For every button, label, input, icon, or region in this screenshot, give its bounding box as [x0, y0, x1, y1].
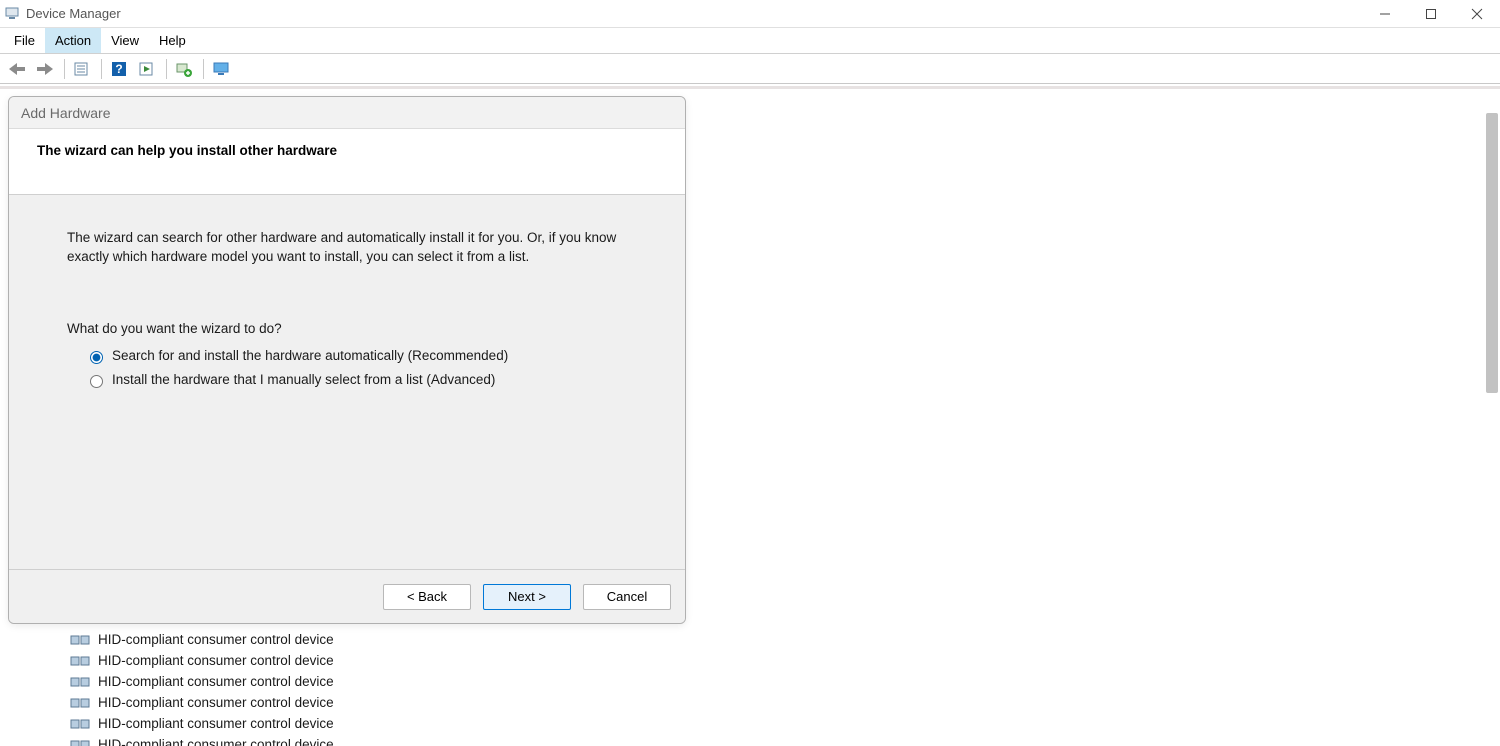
back-button[interactable]: < Back: [383, 584, 471, 610]
dialog-question: What do you want the wizard to do?: [67, 321, 635, 336]
hid-device-icon: [70, 633, 90, 647]
tree-item[interactable]: HID-compliant consumer control device: [70, 692, 1482, 713]
vertical-scrollbar[interactable]: [1486, 113, 1498, 393]
scan-icon[interactable]: [134, 57, 160, 81]
titlebar: Device Manager: [0, 0, 1500, 28]
toolbar-separator: [203, 59, 204, 79]
window-controls: [1362, 0, 1500, 28]
window-title: Device Manager: [26, 6, 121, 21]
svg-text:?: ?: [115, 62, 122, 76]
next-button[interactable]: Next >: [483, 584, 571, 610]
option-auto-search-radio[interactable]: [90, 351, 103, 364]
hid-device-icon: [70, 696, 90, 710]
option-auto-search-label: Search for and install the hardware auto…: [112, 348, 508, 363]
dialog-title: Add Hardware: [21, 105, 111, 121]
app-icon: [4, 6, 20, 22]
dialog-footer: < Back Next > Cancel: [9, 569, 685, 623]
dialog-heading: The wizard can help you install other ha…: [37, 143, 663, 158]
tree-item[interactable]: HID-compliant consumer control device: [70, 671, 1482, 692]
minimize-button[interactable]: [1362, 0, 1408, 28]
add-hardware-dialog: Add Hardware The wizard can help you ins…: [8, 96, 686, 624]
tree-item-label: HID-compliant consumer control device: [98, 695, 334, 710]
dialog-titlebar[interactable]: Add Hardware: [9, 97, 685, 129]
forward-arrow-icon[interactable]: [32, 57, 58, 81]
menu-file[interactable]: File: [4, 28, 45, 53]
tree-item-label: HID-compliant consumer control device: [98, 632, 334, 647]
close-button[interactable]: [1454, 0, 1500, 28]
cancel-button[interactable]: Cancel: [583, 584, 671, 610]
menu-view[interactable]: View: [101, 28, 149, 53]
wizard-option-group: Search for and install the hardware auto…: [67, 348, 635, 388]
hid-device-icon: [70, 654, 90, 668]
hid-device-icon: [70, 675, 90, 689]
option-auto-search[interactable]: Search for and install the hardware auto…: [85, 348, 635, 364]
tree-item[interactable]: HID-compliant consumer control device: [70, 713, 1482, 734]
tree-item-label: HID-compliant consumer control device: [98, 737, 334, 746]
tree-item[interactable]: HID-compliant consumer control device: [70, 734, 1482, 746]
tree-item-label: HID-compliant consumer control device: [98, 716, 334, 731]
option-manual-select[interactable]: Install the hardware that I manually sel…: [85, 372, 635, 388]
hid-device-icon: [70, 738, 90, 746]
menu-help[interactable]: Help: [149, 28, 196, 53]
dialog-body: The wizard can search for other hardware…: [9, 195, 685, 569]
toolbar-separator: [166, 59, 167, 79]
option-manual-select-radio[interactable]: [90, 375, 103, 388]
option-manual-select-label: Install the hardware that I manually sel…: [112, 372, 495, 387]
properties-icon[interactable]: [69, 57, 95, 81]
tree-item[interactable]: HID-compliant consumer control device: [70, 650, 1482, 671]
help-icon[interactable]: ?: [106, 57, 132, 81]
dialog-header: The wizard can help you install other ha…: [9, 129, 685, 195]
toolbar: ?: [0, 54, 1500, 84]
add-device-icon[interactable]: [171, 57, 197, 81]
toolbar-separator: [64, 59, 65, 79]
maximize-button[interactable]: [1408, 0, 1454, 28]
tree-item-label: HID-compliant consumer control device: [98, 653, 334, 668]
back-arrow-icon[interactable]: [4, 57, 30, 81]
tree-item-label: HID-compliant consumer control device: [98, 674, 334, 689]
monitor-icon[interactable]: [208, 57, 234, 81]
hid-device-icon: [70, 717, 90, 731]
menu-action[interactable]: Action: [45, 28, 101, 53]
toolbar-separator: [101, 59, 102, 79]
menubar: File Action View Help: [0, 28, 1500, 54]
dialog-intro-text: The wizard can search for other hardware…: [67, 229, 627, 267]
tree-item[interactable]: HID-compliant consumer control device: [70, 629, 1482, 650]
